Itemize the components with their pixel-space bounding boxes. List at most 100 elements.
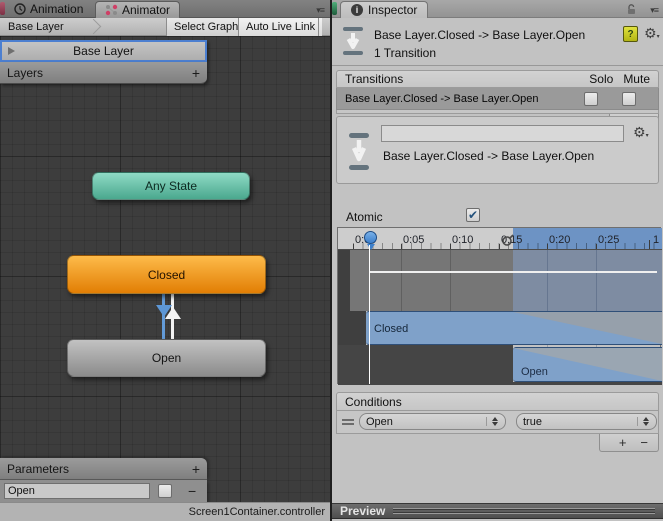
remove-condition-button[interactable]: − xyxy=(640,435,648,450)
transitions-header-label: Transitions xyxy=(345,72,404,86)
open-row-margin xyxy=(338,345,513,384)
mute-column-label: Mute xyxy=(623,72,650,86)
preview-bar[interactable]: Preview xyxy=(332,503,663,519)
condition-value-dropdown[interactable]: true xyxy=(516,413,657,430)
transitions-section-header: Transitions Solo Mute xyxy=(336,70,659,88)
open-clip-label: Open xyxy=(521,366,548,378)
layer-item-base-layer[interactable]: Base Layer xyxy=(0,40,207,62)
state-node-closed[interactable]: Closed xyxy=(67,255,266,294)
info-icon: i xyxy=(351,4,363,16)
atomic-checkbox[interactable]: ✔ xyxy=(466,208,480,222)
add-layer-button[interactable]: + xyxy=(192,65,200,81)
breadcrumb[interactable]: Base Layer xyxy=(8,22,64,33)
blend-zone-transition[interactable] xyxy=(513,250,662,311)
inspector-tab-bar: i Inspector ▾≡ xyxy=(332,0,663,18)
animator-tab-bar: Animation Animator ▾≡ xyxy=(0,0,330,18)
add-parameter-button[interactable]: + xyxy=(192,461,200,477)
parameter-name-input[interactable] xyxy=(4,483,150,499)
ruler-tick-label: 0:10 xyxy=(452,234,474,246)
parameters-header-label: Parameters xyxy=(7,461,70,476)
ruler-tick-label: 0:20 xyxy=(549,234,571,246)
parameter-row: − xyxy=(0,480,207,502)
gear-icon[interactable]: ⚙▾ xyxy=(644,26,660,40)
open-clip-bar[interactable]: Open xyxy=(513,347,662,382)
tab-inspector-label: Inspector xyxy=(368,3,418,17)
animator-toolbar: Base Layer Select Graph Auto Live Link xyxy=(0,18,330,36)
help-book-icon[interactable]: ? xyxy=(623,26,638,42)
preview-drag-handle[interactable] xyxy=(393,508,655,514)
transition-icon xyxy=(349,133,369,170)
conditions-section-header: Conditions xyxy=(336,392,659,411)
transition-count: 1 Transition xyxy=(374,46,437,60)
lock-icon[interactable] xyxy=(626,4,637,15)
blend-zone[interactable] xyxy=(350,250,513,311)
panel-menu-icon[interactable]: ▾≡ xyxy=(650,5,659,16)
parameters-panel-header[interactable]: Parameters + xyxy=(0,458,207,480)
dropdown-arrows-icon xyxy=(637,417,649,426)
condition-parameter-value: Open xyxy=(366,415,393,428)
foldout-triangle-icon[interactable] xyxy=(8,47,15,55)
unity-editor-window: Animation Animator ▾≡ Base Layer Select … xyxy=(0,0,663,521)
conditions-list-toolbar: + − xyxy=(599,434,659,452)
add-condition-button[interactable]: + xyxy=(619,435,627,450)
parameter-bool-checkbox[interactable] xyxy=(158,484,172,498)
state-machine-icon xyxy=(105,4,118,16)
conditions-header-label: Conditions xyxy=(345,394,402,409)
layers-header-label: Layers xyxy=(7,65,44,80)
timeline-bottom-strip xyxy=(338,382,662,385)
animator-status-bar: Screen1Container.controller xyxy=(0,502,330,521)
node-label: Open xyxy=(151,351,182,365)
transition-timeline[interactable]: 0:00 0:05 0:10 0:15 0:20 0:25 1 xyxy=(337,227,662,385)
condition-row: Open true xyxy=(336,411,659,434)
transition-row-label: Base Layer.Closed -> Base Layer.Open xyxy=(345,92,539,105)
gear-dropdown-icon: ▾ xyxy=(656,34,660,40)
dock-tab-stub xyxy=(332,2,337,15)
closed-clip-bar[interactable]: Closed xyxy=(366,311,662,345)
clock-icon xyxy=(14,3,26,15)
blend-curve-line xyxy=(370,271,657,273)
ruler-tick-label-end: 1 xyxy=(653,234,660,246)
dock-tab-stub xyxy=(0,2,5,15)
layer-item-label: Base Layer xyxy=(73,44,134,58)
remove-parameter-button[interactable]: − xyxy=(188,483,196,499)
tab-inspector[interactable]: i Inspector xyxy=(340,1,429,18)
solo-column-label: Solo xyxy=(589,72,614,86)
closed-row-margin xyxy=(338,311,366,345)
inspector-header: Base Layer.Closed -> Base Layer.Open 1 T… xyxy=(332,18,663,66)
tab-animation-label: Animation xyxy=(30,2,84,16)
transition-title: Base Layer.Closed -> Base Layer.Open xyxy=(374,28,586,42)
tab-animation[interactable]: Animation xyxy=(8,0,89,18)
gear-icon[interactable]: ⚙▾ xyxy=(633,125,649,139)
state-node-open[interactable]: Open xyxy=(67,339,266,377)
playhead-line xyxy=(369,245,370,384)
ruler-tick-label: 0:25 xyxy=(598,234,620,246)
transition-list-row[interactable]: Base Layer.Closed -> Base Layer.Open xyxy=(336,88,659,110)
transition-detail-label: Base Layer.Closed -> Base Layer.Open xyxy=(383,149,595,163)
panel-menu-icon[interactable]: ▾≡ xyxy=(316,5,325,16)
tab-animator-label: Animator xyxy=(122,3,171,17)
select-graph-button[interactable]: Select Graph xyxy=(166,18,246,36)
condition-parameter-dropdown[interactable]: Open xyxy=(359,413,506,430)
transition-name-input[interactable] xyxy=(381,125,624,142)
closed-clip-label: Closed xyxy=(374,323,409,335)
drag-handle-icon[interactable] xyxy=(342,418,354,426)
gear-dropdown-icon: ▾ xyxy=(645,133,649,139)
node-label: Any State xyxy=(144,179,198,193)
closed-fade-wedge xyxy=(513,312,662,344)
condition-value: true xyxy=(523,415,542,428)
transition-icon xyxy=(343,27,363,55)
transition-detail-box: ⚙▾ Base Layer.Closed -> Base Layer.Open xyxy=(336,116,659,184)
solo-checkbox[interactable] xyxy=(584,91,598,106)
checkmark-icon: ✔ xyxy=(468,208,479,222)
atomic-label: Atomic xyxy=(346,210,383,224)
exit-time-marker-icon[interactable] xyxy=(501,234,514,247)
tab-animator[interactable]: Animator xyxy=(95,1,181,18)
state-node-any-state[interactable]: Any State xyxy=(92,172,250,200)
preview-label: Preview xyxy=(340,504,386,518)
layers-panel-header[interactable]: Layers + xyxy=(0,62,207,84)
playhead-marker-icon[interactable] xyxy=(364,231,377,244)
mute-checkbox[interactable] xyxy=(622,91,636,106)
state-machine-graph[interactable]: Base Layer Layers + Any State Closed Ope… xyxy=(0,36,330,502)
node-label: Closed xyxy=(147,267,186,282)
auto-live-link-button[interactable]: Auto Live Link xyxy=(238,18,323,36)
